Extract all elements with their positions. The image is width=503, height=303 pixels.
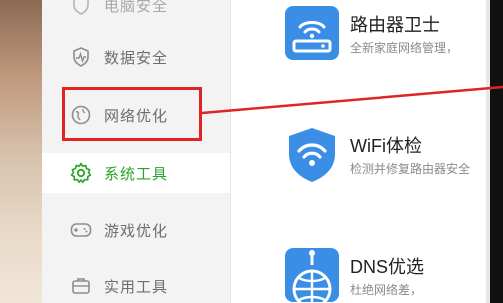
sidebar: 电脑安全 数据安全 网络优化 系统工具 游戏优化 实用工具 (42, 0, 231, 303)
tool-title: 路由器卫士 (350, 15, 440, 35)
gear-icon (68, 160, 94, 186)
shield-icon (68, 0, 94, 18)
sidebar-item-label: 游戏优化 (104, 221, 169, 240)
tool-description: 全新家庭网络管理， (350, 41, 459, 55)
tool-title: WiFi体检 (350, 136, 422, 156)
tool-router-guard[interactable]: 路由器卫士 全新家庭网络管理， (282, 3, 502, 63)
sidebar-item-data-security[interactable]: 数据安全 (42, 37, 230, 77)
dns-globe-icon (282, 245, 342, 303)
scrollbar[interactable] (486, 0, 490, 303)
sidebar-item-label: 系统工具 (104, 164, 169, 183)
sidebar-item-computer-security[interactable]: 电脑安全 (42, 0, 230, 25)
sidebar-item-label: 电脑安全 (104, 0, 169, 15)
wifi-shield-icon (282, 124, 342, 184)
sidebar-item-system-tools[interactable]: 系统工具 (42, 153, 230, 193)
sidebar-item-utilities[interactable]: 实用工具 (42, 266, 230, 303)
router-icon (282, 3, 342, 63)
pulse-shield-icon (68, 44, 94, 70)
tool-description: 检测并修复路由器安全 (350, 162, 471, 176)
sidebar-item-label: 实用工具 (104, 277, 169, 296)
gamepad-icon (68, 217, 94, 243)
annotation-highlight-box (62, 87, 202, 141)
tool-description: 杜绝网络差， (350, 283, 423, 297)
toolbox-icon (68, 273, 94, 299)
sidebar-item-game-optimize[interactable]: 游戏优化 (42, 210, 230, 250)
sidebar-item-label: 数据安全 (104, 48, 169, 67)
tool-wifi-check[interactable]: WiFi体检 检测并修复路由器安全 (282, 124, 502, 184)
tool-dns-select[interactable]: DNS优选 杜绝网络差， (282, 245, 502, 303)
tool-title: DNS优选 (350, 257, 425, 277)
screenshot-frame: 电脑安全 数据安全 网络优化 系统工具 游戏优化 实用工具 路由器卫士 全新家庭… (0, 0, 503, 303)
desktop-background (0, 0, 42, 303)
